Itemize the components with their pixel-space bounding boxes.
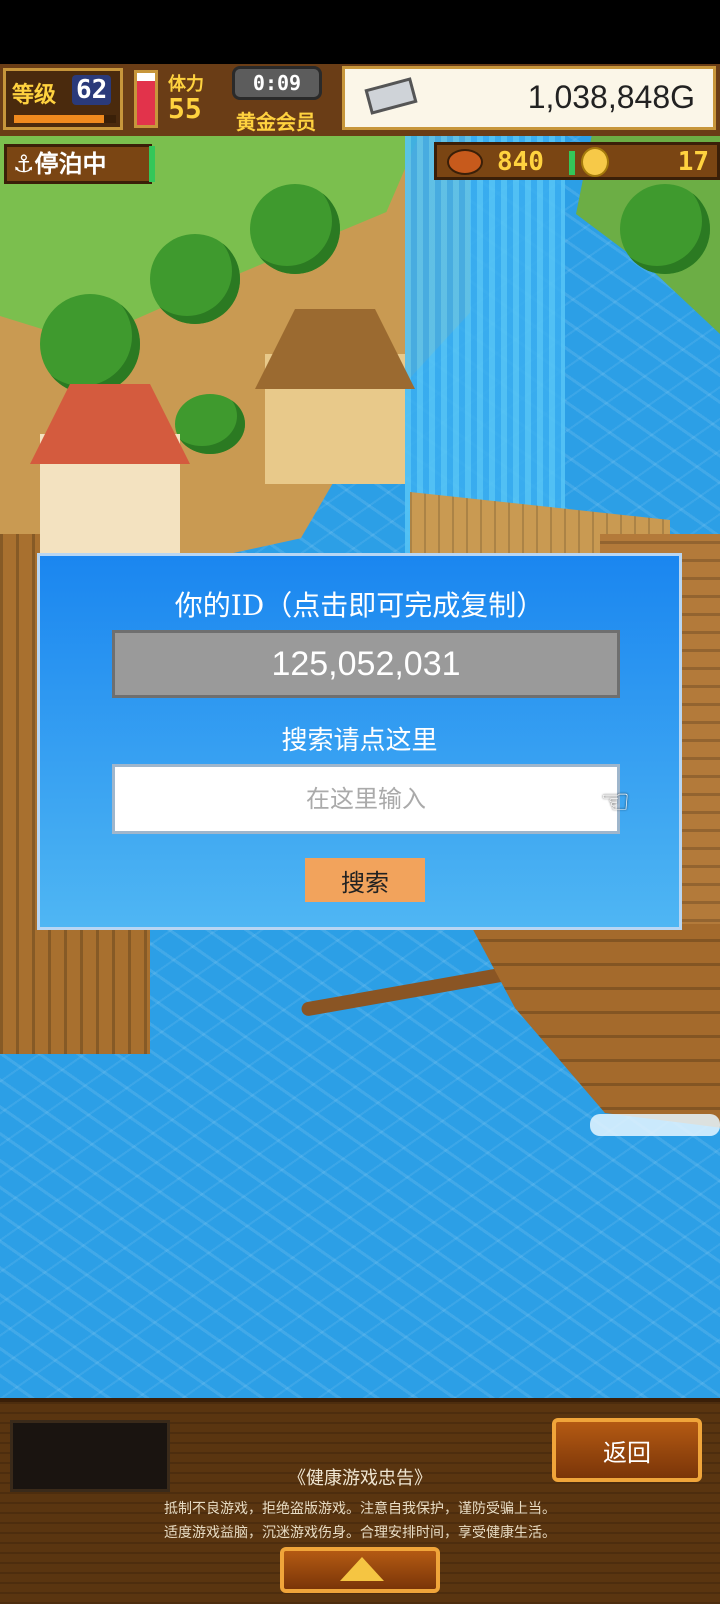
search-button[interactable]: 搜索 bbox=[305, 858, 425, 902]
bottom-panel: 返回 《健康游戏忠告》 抵制不良游戏，拒绝盗版游戏。注意自我保护，谨防受骗上当。… bbox=[0, 1398, 720, 1604]
tree bbox=[620, 184, 710, 274]
food-value: 840 bbox=[497, 147, 544, 177]
resource-panel: 840 17 bbox=[434, 142, 720, 180]
ship-bowsprit bbox=[300, 965, 520, 1017]
stamina-meter bbox=[134, 70, 158, 128]
friend-id-dialog: 你的ID（点击即可完成复制） 125,052,031 搜索请点这里 ☜ 搜索 bbox=[37, 553, 682, 930]
health-advisory-line: 抵制不良游戏，拒绝盗版游戏。注意自我保护，谨防受骗上当。 bbox=[164, 1501, 556, 1517]
ship-wake bbox=[590, 1114, 720, 1136]
anchor-status-bar bbox=[149, 146, 155, 182]
pointing-hand-icon: ☜ bbox=[600, 782, 631, 822]
tree bbox=[40, 294, 140, 394]
health-advisory-title: 《健康游戏忠告》 bbox=[288, 1468, 432, 1489]
money-value: 1,038,848G bbox=[527, 79, 695, 115]
tree bbox=[150, 234, 240, 324]
waterfall bbox=[405, 134, 565, 554]
triangle-up-icon bbox=[340, 1557, 384, 1581]
level-value: 62 bbox=[72, 75, 112, 105]
coin-value: 17 bbox=[677, 147, 709, 177]
system-status-bar bbox=[0, 0, 720, 64]
stamina-value: 55 bbox=[168, 92, 202, 125]
search-input[interactable] bbox=[112, 764, 620, 834]
search-title: 搜索请点这里 bbox=[281, 726, 438, 756]
docked-ship[interactable] bbox=[470, 924, 720, 1134]
experience-fill bbox=[14, 115, 104, 123]
anchor-status-badge[interactable]: ⚓停泊中 bbox=[4, 144, 152, 184]
anchor-status-label: 停泊中 bbox=[34, 150, 107, 178]
recovery-timer: 0:09 bbox=[232, 66, 322, 100]
food-bar bbox=[569, 151, 575, 175]
health-advisory-line: 适度游戏益脑，沉迷游戏伤身。合理安排时间，享受健康生活。 bbox=[164, 1525, 556, 1541]
stamina-fill bbox=[137, 80, 155, 125]
tree bbox=[175, 394, 245, 454]
id-title: 你的ID（点击即可完成复制） bbox=[174, 589, 545, 622]
level-label: 等级 bbox=[12, 83, 57, 108]
player-id-copy-box[interactable]: 125,052,031 bbox=[112, 630, 620, 698]
expand-menu-button[interactable] bbox=[280, 1547, 440, 1593]
food-icon bbox=[447, 149, 483, 175]
level-panel: 等级 62 bbox=[3, 68, 123, 130]
money-panel: 1,038,848G bbox=[342, 66, 716, 130]
gold-coin-icon bbox=[581, 147, 609, 177]
tree bbox=[250, 184, 340, 274]
anchor-icon: ⚓ bbox=[13, 150, 35, 178]
top-hud: 等级 62 体力 55 0:09 黄金会员 1,038,848G bbox=[0, 64, 720, 136]
silver-ingot-icon bbox=[364, 77, 418, 115]
experience-bar bbox=[14, 115, 116, 123]
gold-member-badge[interactable]: 黄金会员 bbox=[236, 106, 316, 135]
